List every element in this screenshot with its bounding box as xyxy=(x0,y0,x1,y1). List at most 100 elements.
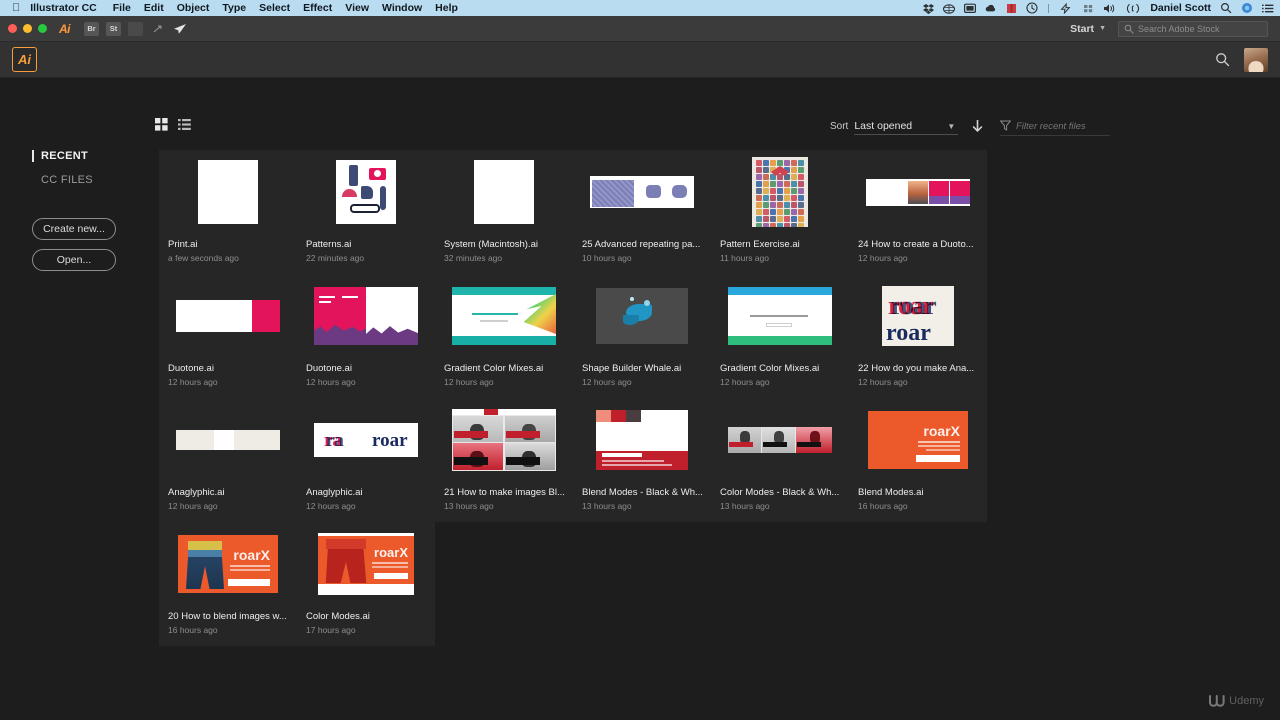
file-thumbnail-art xyxy=(596,410,688,470)
avatar[interactable] xyxy=(1244,47,1268,72)
file-thumbnail[interactable] xyxy=(435,150,573,234)
file-thumbnail[interactable]: roar roar roar xyxy=(849,274,987,358)
search-icon[interactable] xyxy=(1215,52,1230,67)
open-file-button[interactable]: Open... xyxy=(32,249,116,271)
share-icon[interactable] xyxy=(172,22,187,36)
file-thumbnail[interactable] xyxy=(573,398,711,482)
file-card[interactable]: Duotone.ai 12 hours ago xyxy=(159,274,297,398)
file-card[interactable]: Color Modes - Black & Wh... 13 hours ago xyxy=(711,398,849,522)
window-controls[interactable] xyxy=(8,24,47,33)
file-card[interactable]: roar roar roar 22 How do you make Ana... 1… xyxy=(849,274,987,398)
file-thumbnail[interactable]: roarX xyxy=(849,398,987,482)
file-thumbnail[interactable]: roarX xyxy=(159,522,297,606)
grid-view-icon[interactable] xyxy=(155,118,168,131)
file-thumbnail[interactable] xyxy=(435,274,573,358)
file-card[interactable]: Gradient Color Mixes.ai 12 hours ago xyxy=(435,274,573,398)
filter-icon xyxy=(999,118,1012,136)
close-window-button[interactable] xyxy=(8,24,17,33)
battery-icon[interactable] xyxy=(1059,2,1074,14)
file-card[interactable]: Anaglyphic.ai 12 hours ago xyxy=(159,398,297,522)
file-thumbnail[interactable] xyxy=(297,274,435,358)
volume-icon[interactable] xyxy=(1103,3,1117,14)
notification-center-icon[interactable] xyxy=(1262,3,1274,14)
menu-effect[interactable]: Effect xyxy=(303,2,332,14)
file-card[interactable]: Duotone.ai 12 hours ago xyxy=(297,274,435,398)
cloud-icon[interactable] xyxy=(943,3,956,14)
minimize-window-button[interactable] xyxy=(23,24,32,33)
file-meta: Blend Modes - Black & Wh... 13 hours ago xyxy=(582,486,706,512)
bluetooth-icon[interactable] xyxy=(1126,3,1140,14)
time-machine-icon[interactable] xyxy=(1026,2,1038,14)
file-thumbnail[interactable]: ra ra roar xyxy=(297,398,435,482)
stock-button[interactable]: St xyxy=(106,21,121,36)
file-timestamp: 32 minutes ago xyxy=(444,253,503,263)
menu-user-name[interactable]: Daniel Scott xyxy=(1150,2,1211,14)
file-meta: Gradient Color Mixes.ai 12 hours ago xyxy=(720,362,844,388)
file-card-cell: System (Macintosh).ai 32 minutes ago xyxy=(435,150,573,274)
file-card[interactable]: 21 How to make images Bl... 13 hours ago xyxy=(435,398,573,522)
file-thumbnail[interactable] xyxy=(159,398,297,482)
arrange-documents-icon[interactable] xyxy=(150,22,165,36)
create-new-button[interactable]: Create new... xyxy=(32,218,116,240)
menu-help[interactable]: Help xyxy=(435,2,458,14)
sidebar-item-cc-files[interactable]: CC FILES xyxy=(32,174,150,186)
menu-select[interactable]: Select xyxy=(259,2,290,14)
file-card[interactable]: Pattern Exercise.ai 11 hours ago xyxy=(711,150,849,274)
sidebar-item-recent[interactable]: RECENT xyxy=(32,150,150,162)
file-thumbnail[interactable] xyxy=(435,398,573,482)
file-meta: Anaglyphic.ai 12 hours ago xyxy=(306,486,430,512)
file-card[interactable]: 24 How to create a Duoto... 12 hours ago xyxy=(849,150,987,274)
library-icon[interactable] xyxy=(128,21,143,36)
file-card[interactable]: Print.ai a few seconds ago xyxy=(159,150,297,274)
file-thumbnail-art xyxy=(198,160,258,224)
file-card[interactable]: roarX Color Modes.ai 17 hours ago xyxy=(297,522,435,646)
file-thumbnail[interactable] xyxy=(573,274,711,358)
spotlight-search-icon[interactable] xyxy=(1220,2,1232,14)
file-card-cell: roar roar roar 22 How do you make Ana... 1… xyxy=(849,274,987,398)
file-card[interactable]: 25 Advanced repeating pa... 10 hours ago xyxy=(573,150,711,274)
file-card-cell: Shape Builder Whale.ai 12 hours ago xyxy=(573,274,711,398)
sort-direction-icon[interactable] xyxy=(972,120,983,133)
menu-window[interactable]: Window xyxy=(382,2,422,14)
maximize-window-button[interactable] xyxy=(38,24,47,33)
menu-object[interactable]: Object xyxy=(177,2,210,14)
file-thumbnail[interactable] xyxy=(711,398,849,482)
file-card[interactable]: ra ra roar Anaglyphic.ai 12 hours ago xyxy=(297,398,435,522)
file-thumbnail[interactable] xyxy=(159,274,297,358)
menu-view[interactable]: View xyxy=(345,2,369,14)
workspace-switcher[interactable]: Start ▼ xyxy=(1070,23,1106,35)
file-thumbnail[interactable] xyxy=(159,150,297,234)
file-card[interactable]: System (Macintosh).ai 32 minutes ago xyxy=(435,150,573,274)
file-card[interactable]: roarX 20 How to blend images w... 16 hour… xyxy=(159,522,297,646)
menu-edit[interactable]: Edit xyxy=(144,2,164,14)
files-toolbar: Sort Last opened ▼ Filter recent files xyxy=(150,116,1150,146)
siri-icon[interactable] xyxy=(1241,2,1253,14)
sort-dropdown[interactable]: Last opened ▼ xyxy=(854,118,959,135)
display-icon[interactable] xyxy=(964,3,977,14)
file-card[interactable]: Patterns.ai 22 minutes ago xyxy=(297,150,435,274)
list-view-icon[interactable] xyxy=(178,118,191,131)
file-thumbnail[interactable] xyxy=(297,150,435,234)
weather-icon[interactable] xyxy=(985,3,997,14)
file-thumbnail[interactable] xyxy=(711,274,849,358)
apple-icon[interactable]:  xyxy=(12,2,20,14)
file-thumbnail[interactable] xyxy=(849,150,987,234)
menu-file[interactable]: File xyxy=(113,2,131,14)
file-card[interactable]: Blend Modes - Black & Wh... 13 hours ago xyxy=(573,398,711,522)
file-thumbnail[interactable] xyxy=(573,150,711,234)
file-card[interactable]: roarX Blend Modes.ai 16 hours ago xyxy=(849,398,987,522)
file-card[interactable]: Shape Builder Whale.ai 12 hours ago xyxy=(573,274,711,398)
file-card-cell: Color Modes - Black & Wh... 13 hours ago xyxy=(711,398,849,522)
recording-icon[interactable] xyxy=(1006,3,1017,14)
file-card[interactable]: Gradient Color Mixes.ai 12 hours ago xyxy=(711,274,849,398)
filter-field[interactable]: Filter recent files xyxy=(999,118,1110,136)
file-thumbnail[interactable] xyxy=(711,150,849,234)
grid-icon[interactable] xyxy=(1083,3,1094,14)
stock-search-input[interactable]: Search Adobe Stock xyxy=(1118,20,1268,37)
menu-app-name[interactable]: Illustrator CC xyxy=(30,2,97,14)
dropbox-icon[interactable] xyxy=(923,3,935,14)
menu-type[interactable]: Type xyxy=(222,2,246,14)
bridge-button[interactable]: Br xyxy=(84,21,99,36)
file-thumbnail[interactable]: roarX xyxy=(297,522,435,606)
file-name: 20 How to blend images w... xyxy=(168,611,287,622)
